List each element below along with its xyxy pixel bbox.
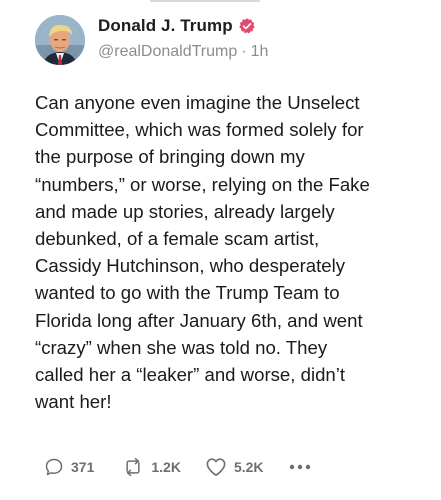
like-count: 5.2K (233, 459, 264, 475)
meta-separator: · (241, 43, 247, 60)
post-body: Can anyone even imagine the Unselect Com… (35, 92, 370, 413)
retruth-button[interactable]: 1.2K (122, 457, 181, 477)
repost-arrows-icon (126, 457, 140, 477)
author-name-row: Donald J. Trump (98, 16, 256, 36)
post-header: Donald J. Trump @realDonaldTrump · 1h (35, 15, 421, 70)
avatar[interactable] (35, 15, 85, 65)
speech-bubble-icon (45, 458, 63, 476)
ellipsis-icon (289, 464, 310, 470)
post-actions: 371 1.2K 5.2K (44, 456, 312, 478)
author-display-name[interactable]: Donald J. Trump (98, 16, 233, 36)
heart-icon (206, 458, 226, 476)
retruth-count: 1.2K (151, 459, 181, 475)
author-meta: @realDonaldTrump · 1h (98, 43, 268, 61)
like-button[interactable]: 5.2K (205, 457, 264, 477)
post-timestamp[interactable]: 1h (251, 43, 269, 60)
reply-count: 371 (71, 459, 95, 475)
avatar-image (35, 15, 85, 65)
more-options-button[interactable] (288, 457, 312, 477)
previous-post-edge (150, 0, 260, 4)
verified-badge-icon (238, 17, 256, 35)
reply-button[interactable]: 371 (44, 457, 94, 477)
author-handle[interactable]: @realDonaldTrump (98, 43, 237, 60)
